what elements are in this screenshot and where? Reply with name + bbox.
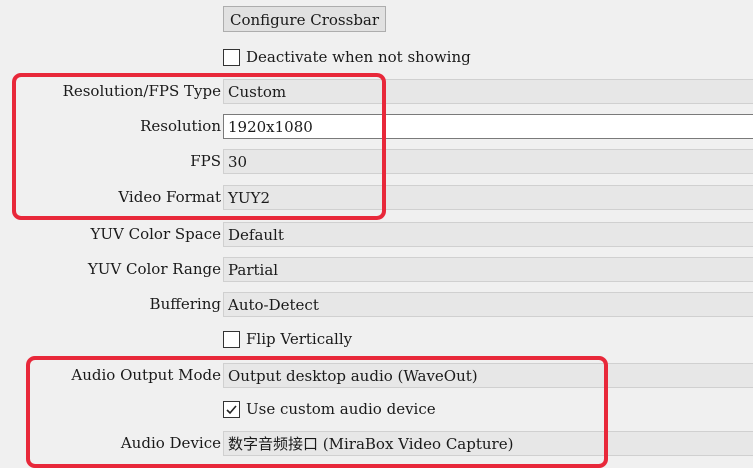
audio-device-row: Audio Device 数字音频接口 (MiraBox Video Captu… xyxy=(0,428,753,459)
resolution-type-row: Resolution/FPS Type Custom xyxy=(0,76,753,107)
flip-vertically-checkbox[interactable]: Flip Vertically xyxy=(223,324,352,355)
fps-select[interactable]: 30 xyxy=(223,149,753,174)
audio-output-mode-row: Audio Output Mode Output desktop audio (… xyxy=(0,360,753,391)
flip-vertically-label: Flip Vertically xyxy=(246,330,353,348)
resolution-type-label: Resolution/FPS Type xyxy=(62,82,221,100)
buffering-label: Buffering xyxy=(149,295,221,313)
fps-label: FPS xyxy=(190,152,221,170)
color-range-row: YUV Color Range Partial xyxy=(0,254,753,285)
color-space-select[interactable]: Default xyxy=(223,222,753,247)
color-range-select[interactable]: Partial xyxy=(223,257,753,282)
resolution-type-select[interactable]: Custom xyxy=(223,79,753,104)
crossbar-row: Configure Crossbar xyxy=(0,2,753,33)
resolution-row: Resolution 1920x1080 xyxy=(0,111,753,142)
color-space-row: YUV Color Space Default xyxy=(0,219,753,250)
flip-row: Flip Vertically xyxy=(0,324,753,355)
audio-output-mode-label: Audio Output Mode xyxy=(71,366,221,384)
fps-row: FPS 30 xyxy=(0,146,753,177)
audio-device-label: Audio Device xyxy=(120,434,221,452)
configure-crossbar-button[interactable]: Configure Crossbar xyxy=(223,6,387,32)
deactivate-row: Deactivate when not showing xyxy=(0,42,753,73)
buffering-row: Buffering Auto-Detect xyxy=(0,289,753,320)
color-range-label: YUV Color Range xyxy=(87,260,221,278)
checkbox-checked-icon[interactable] xyxy=(223,401,240,418)
use-custom-audio-label: Use custom audio device xyxy=(246,400,436,418)
checkbox-box-icon[interactable] xyxy=(223,49,240,66)
video-format-label: Video Format xyxy=(118,188,221,206)
deactivate-checkbox[interactable]: Deactivate when not showing xyxy=(223,42,471,73)
buffering-select[interactable]: Auto-Detect xyxy=(223,292,753,317)
resolution-label: Resolution xyxy=(140,117,221,135)
resolution-input[interactable]: 1920x1080 xyxy=(223,114,753,139)
audio-device-select[interactable]: 数字音频接口 (MiraBox Video Capture) xyxy=(223,431,753,456)
checkbox-box-icon[interactable] xyxy=(223,331,240,348)
video-format-select[interactable]: YUY2 xyxy=(223,185,753,210)
audio-output-mode-select[interactable]: Output desktop audio (WaveOut) xyxy=(223,363,753,388)
video-format-row: Video Format YUY2 xyxy=(0,182,753,213)
color-space-label: YUV Color Space xyxy=(90,225,221,243)
deactivate-checkbox-label: Deactivate when not showing xyxy=(246,48,471,66)
custom-audio-row: Use custom audio device xyxy=(0,394,753,425)
use-custom-audio-checkbox[interactable]: Use custom audio device xyxy=(223,394,436,425)
